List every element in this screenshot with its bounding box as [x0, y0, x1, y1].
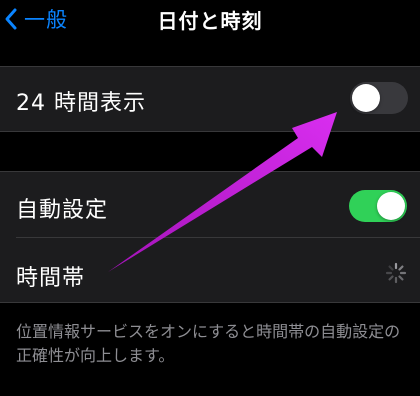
row-label-auto-set: 自動設定: [16, 198, 109, 223]
toggle-24-hour-time[interactable]: [350, 82, 408, 114]
toggle-knob: [377, 192, 405, 220]
spinner-icon: [385, 262, 407, 284]
toggle-knob: [352, 84, 380, 112]
row-timezone[interactable]: 時間帯: [0, 238, 420, 303]
footer-note: 位置情報サービスをオンにすると時間帯の自動設定の正確性が向上します。: [16, 322, 401, 365]
row-label-timezone: 時間帯: [16, 266, 86, 291]
divider: [0, 131, 420, 132]
divider: [0, 302, 420, 303]
toggle-auto-set[interactable]: [349, 190, 407, 222]
navigation-bar: 一般 日付と時刻: [0, 0, 420, 44]
row-24-hour-time: 24 時間表示: [0, 66, 420, 132]
page-title: 日付と時刻: [157, 9, 263, 33]
settings-group-hour-format: 24 時間表示: [0, 66, 420, 132]
row-label-24-hour-time: 24 時間表示: [16, 91, 146, 116]
